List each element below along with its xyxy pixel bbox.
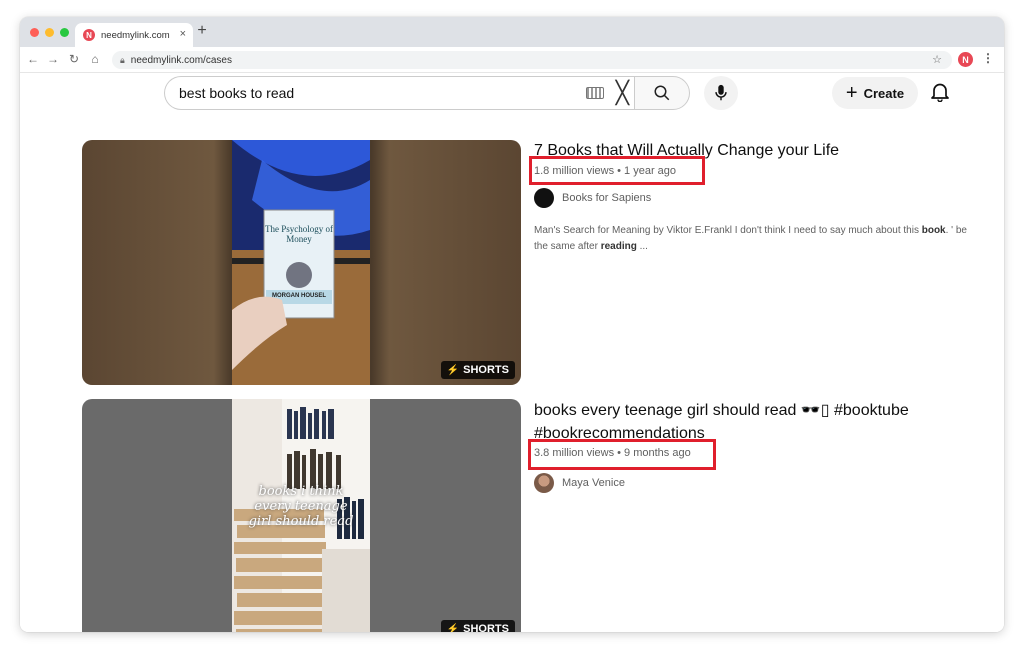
thumb-book-title: The Psychology of Money	[265, 224, 333, 244]
reload-icon[interactable]: ↻	[67, 52, 81, 66]
channel-avatar	[534, 188, 554, 208]
search-query: best books to read	[179, 85, 295, 101]
url-field[interactable]: 🔒︎ needmylink.com/cases ☆	[112, 51, 952, 69]
minimize-window-button[interactable]	[45, 28, 54, 37]
browser-menu-icon[interactable]: ⋮	[982, 51, 994, 65]
close-window-button[interactable]	[30, 28, 39, 37]
shorts-label: SHORTS	[463, 364, 509, 376]
shorts-badge: ⚡ SHORTS	[440, 620, 515, 633]
thumbnail-image	[232, 140, 370, 385]
thumb-author: MORGAN HOUSEL	[272, 293, 326, 299]
url-text: needmylink.com/cases	[130, 54, 232, 66]
video-snippet: Man's Search for Meaning by Viktor E.Fra…	[534, 225, 967, 252]
shorts-badge: ⚡ SHORTS	[440, 361, 515, 379]
shorts-icon: ⚡	[446, 364, 460, 376]
channel-name: Books for Sapiens	[562, 192, 652, 204]
shorts-icon: ⚡	[446, 623, 460, 633]
notifications-bell-icon[interactable]	[931, 82, 949, 107]
thumb-overlay-text: books i think every teenage girl should …	[248, 484, 354, 529]
plus-icon: +	[845, 82, 858, 104]
create-label: Create	[863, 85, 905, 101]
highlight-box	[529, 156, 705, 185]
tab-title: needmylink.com	[101, 29, 170, 41]
back-icon[interactable]: ←	[26, 52, 40, 66]
forward-icon[interactable]: →	[46, 52, 60, 66]
search-input[interactable]: best books to read ╳	[164, 76, 634, 110]
tab-close-icon[interactable]: ×	[180, 28, 186, 40]
video-thumbnail[interactable]: The Psychology of Money MORGAN HOUSEL ⚡ …	[82, 140, 521, 385]
lock-icon: 🔒︎	[120, 54, 125, 65]
browser-tab[interactable]: N needmylink.com ×	[75, 23, 193, 47]
favicon-icon: N	[83, 29, 95, 41]
video-thumbnail[interactable]: books i think every teenage girl should …	[82, 399, 521, 632]
shorts-label: SHORTS	[463, 623, 509, 632]
search-button[interactable]	[634, 76, 690, 110]
channel-link[interactable]: Books for Sapiens	[534, 188, 651, 208]
maximize-window-button[interactable]	[60, 28, 69, 37]
microphone-icon	[715, 84, 727, 101]
channel-avatar	[534, 473, 554, 493]
voice-search-button[interactable]	[704, 76, 738, 110]
address-bar: ← → ↻ ⌂ 🔒︎ needmylink.com/cases ☆ N ⋮	[20, 47, 1004, 73]
channel-name: Maya Venice	[562, 477, 625, 489]
keyboard-icon[interactable]	[586, 87, 604, 99]
channel-link[interactable]: Maya Venice	[534, 473, 625, 493]
browser-window: N needmylink.com × + ← → ↻ ⌂ 🔒︎ needmyli…	[20, 17, 1004, 632]
new-tab-button[interactable]: +	[193, 22, 211, 40]
search-icon	[654, 85, 670, 101]
home-icon[interactable]: ⌂	[88, 52, 102, 66]
page-content: best books to read ╳ + Create The Psycho…	[20, 74, 1004, 632]
highlight-box	[528, 439, 716, 470]
clear-search-icon[interactable]: ╳	[616, 81, 629, 105]
create-button[interactable]: + Create	[832, 77, 918, 109]
tab-bar: N needmylink.com × +	[20, 17, 1004, 47]
profile-avatar[interactable]: N	[958, 52, 973, 67]
bookmark-star-icon[interactable]: ☆	[932, 53, 942, 66]
